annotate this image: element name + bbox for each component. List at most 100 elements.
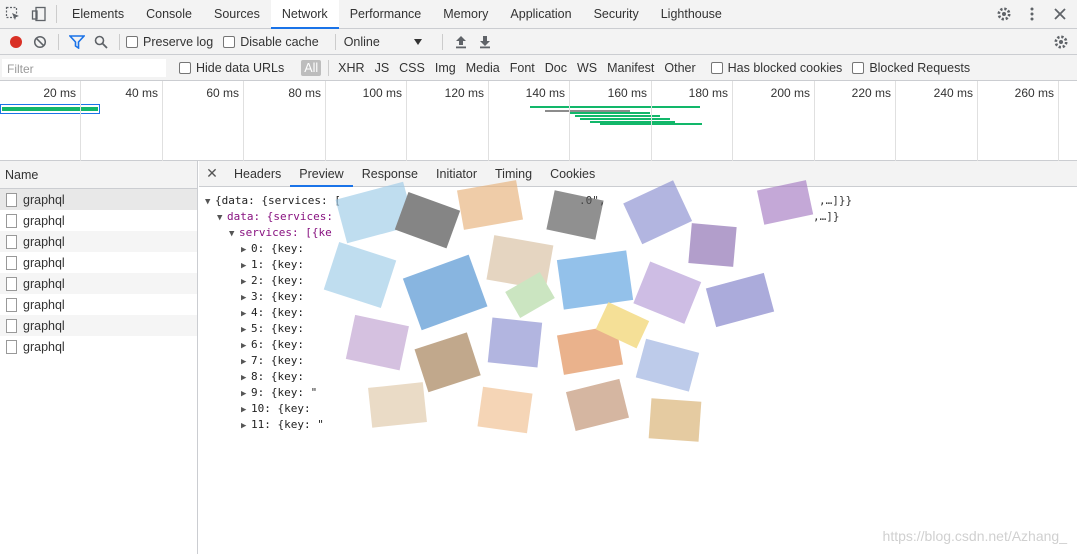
tab-memory[interactable]: Memory <box>432 0 499 29</box>
waterfall-bar <box>2 107 98 111</box>
timeline-overview[interactable]: 20 ms 40 ms 60 ms 80 ms 100 ms 120 ms 140 ms 16… <box>0 81 1077 161</box>
request-row[interactable]: graphql <box>0 189 197 210</box>
timeline-gridline <box>1058 81 1059 161</box>
tab-elements[interactable]: Elements <box>61 0 135 29</box>
request-row[interactable]: graphql <box>0 294 197 315</box>
throttling-select[interactable]: Online <box>344 35 422 49</box>
collapsed-triangle-icon[interactable]: ▶ <box>241 242 251 258</box>
collapsed-triangle-icon[interactable]: ▶ <box>241 354 251 370</box>
type-filter-media[interactable]: Media <box>461 61 505 75</box>
timeline-tick-label: 140 ms <box>525 86 565 100</box>
collapsed-triangle-icon[interactable]: ▶ <box>241 306 251 322</box>
network-toolbar: Preserve log Disable cache Online <box>0 29 1077 55</box>
collapsed-triangle-icon[interactable]: ▶ <box>241 322 251 338</box>
collapsed-triangle-icon[interactable]: ▶ <box>241 290 251 306</box>
request-name: graphql <box>23 339 65 354</box>
clear-icon[interactable] <box>28 30 52 54</box>
details-tab-headers[interactable]: Headers <box>225 161 290 187</box>
collapsed-triangle-icon[interactable]: ▶ <box>241 402 251 418</box>
type-filter-manifest[interactable]: Manifest <box>602 61 659 75</box>
document-icon <box>6 318 17 333</box>
timeline-gridline <box>814 81 815 161</box>
close-devtools-icon[interactable] <box>1047 0 1073 29</box>
checkbox-box[interactable] <box>852 61 865 74</box>
tree-node-text: 4: {key: <box>251 306 311 319</box>
type-filter-doc[interactable]: Doc <box>540 61 572 75</box>
request-list: Name graphql graphql graphql graphql graphql… <box>0 161 198 554</box>
waterfall-bar <box>570 112 650 114</box>
tab-application[interactable]: Application <box>499 0 582 29</box>
checkbox-box[interactable] <box>223 35 236 48</box>
request-row[interactable]: graphql <box>0 210 197 231</box>
settings-gear-icon[interactable] <box>991 0 1017 29</box>
tab-lighthouse[interactable]: Lighthouse <box>650 0 733 29</box>
checkbox-box[interactable] <box>710 61 723 74</box>
type-filter-ws[interactable]: WS <box>572 61 602 75</box>
import-har-icon[interactable] <box>449 30 473 54</box>
request-row[interactable]: graphql <box>0 315 197 336</box>
collapsed-triangle-icon[interactable]: ▶ <box>241 338 251 354</box>
redaction-scribbles <box>323 180 814 442</box>
document-icon <box>6 213 17 228</box>
device-toolbar-icon[interactable] <box>26 0 52 29</box>
timeline-tick-label: 60 ms <box>206 86 239 100</box>
expanded-triangle-icon[interactable]: ▼ <box>217 210 227 226</box>
collapsed-triangle-icon[interactable]: ▶ <box>241 274 251 290</box>
tree-node-text: 10: {key: <box>251 402 318 415</box>
tab-network[interactable]: Network <box>270 0 339 29</box>
timeline-gridline <box>243 81 244 161</box>
request-name: graphql <box>23 276 65 291</box>
preserve-log-checkbox[interactable]: Preserve log <box>126 35 213 49</box>
request-name: graphql <box>23 255 65 270</box>
document-icon <box>6 297 17 312</box>
expanded-triangle-icon[interactable]: ▼ <box>205 194 215 210</box>
timeline-tick-label: 40 ms <box>125 86 158 100</box>
tab-sources[interactable]: Sources <box>203 0 271 29</box>
divider <box>328 59 330 76</box>
tree-node-text: 5: {key: <box>251 322 311 335</box>
type-filter-font[interactable]: Font <box>505 61 540 75</box>
collapsed-triangle-icon[interactable]: ▶ <box>241 386 251 402</box>
has-blocked-cookies-checkbox[interactable]: Has blocked cookies <box>710 61 842 75</box>
divider <box>119 33 120 50</box>
hide-data-urls-label: Hide data URLs <box>196 60 285 75</box>
type-filter-other[interactable]: Other <box>659 61 700 75</box>
collapsed-triangle-icon[interactable]: ▶ <box>241 418 251 434</box>
hide-data-urls-checkbox[interactable]: Hide data URLs <box>179 61 284 75</box>
name-column-header[interactable]: Name <box>0 161 197 189</box>
type-filter-xhr[interactable]: XHR <box>333 61 369 75</box>
export-har-icon[interactable] <box>473 30 497 54</box>
filter-input[interactable]: Filter <box>1 57 167 78</box>
inspect-element-icon[interactable] <box>0 0 26 29</box>
request-row[interactable]: graphql <box>0 336 197 357</box>
request-row[interactable]: graphql <box>0 252 197 273</box>
filter-icon[interactable] <box>65 30 89 54</box>
request-row[interactable]: graphql <box>0 273 197 294</box>
record-icon[interactable] <box>4 30 28 54</box>
collapsed-triangle-icon[interactable]: ▶ <box>241 370 251 386</box>
type-filter-img[interactable]: Img <box>430 61 461 75</box>
type-filter-js[interactable]: JS <box>370 61 395 75</box>
type-filter-all[interactable]: All <box>301 59 322 76</box>
blocked-requests-checkbox[interactable]: Blocked Requests <box>852 61 970 75</box>
tab-security[interactable]: Security <box>583 0 650 29</box>
disable-cache-checkbox[interactable]: Disable cache <box>223 35 319 49</box>
timeline-tick-label: 260 ms <box>1014 86 1054 100</box>
collapsed-triangle-icon[interactable]: ▶ <box>241 258 251 274</box>
checkbox-box[interactable] <box>179 61 191 74</box>
tab-performance[interactable]: Performance <box>339 0 433 29</box>
tab-console[interactable]: Console <box>135 0 203 29</box>
search-icon[interactable] <box>89 30 113 54</box>
timeline-gridline <box>406 81 407 161</box>
checkbox-box[interactable] <box>126 35 138 48</box>
more-options-icon[interactable] <box>1019 0 1045 29</box>
timeline-gridline <box>895 81 896 161</box>
type-filter-css[interactable]: CSS <box>394 61 430 75</box>
network-settings-gear-icon[interactable] <box>1049 30 1073 54</box>
request-row[interactable]: graphql <box>0 231 197 252</box>
expanded-triangle-icon[interactable]: ▼ <box>229 226 239 242</box>
timeline-tick-label: 240 ms <box>933 86 973 100</box>
divider <box>334 33 336 50</box>
close-details-icon[interactable]: ✕ <box>199 165 225 182</box>
timeline-tick-label: 200 ms <box>770 86 810 100</box>
